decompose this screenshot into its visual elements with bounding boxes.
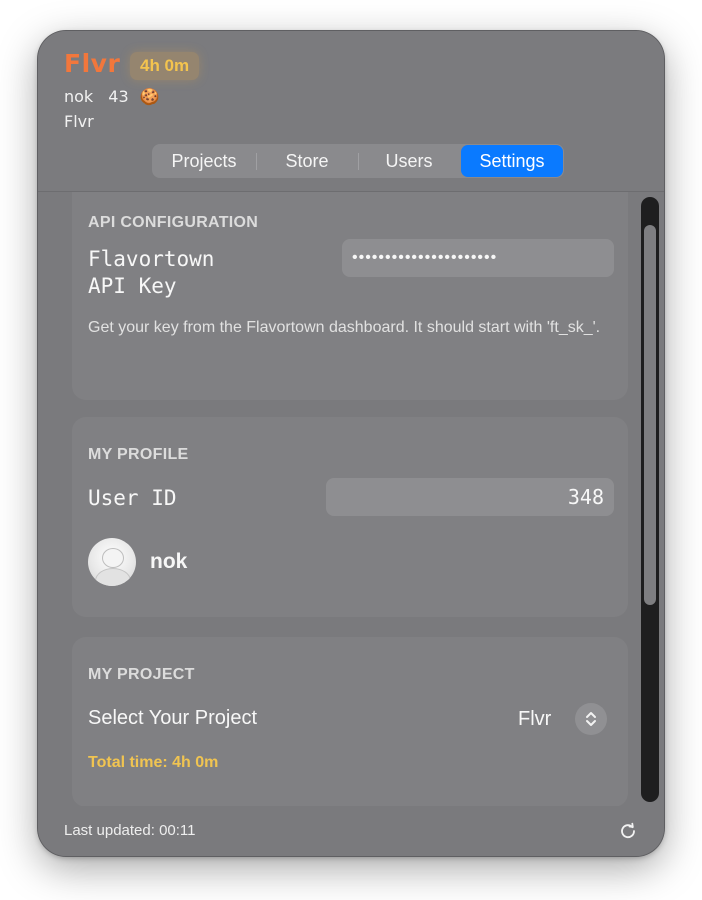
total-time: Total time: 4h 0m — [88, 754, 219, 771]
avatar-icon — [88, 538, 136, 586]
project-card: MY PROJECT Select Your Project Flvr Tota… — [72, 637, 628, 807]
api-key-label-line1: Flavortown — [88, 247, 215, 271]
user-id-field[interactable]: 348 — [326, 478, 614, 516]
tab-settings[interactable]: Settings — [461, 145, 563, 177]
profile-card: MY PROFILE User ID 348 nok — [72, 417, 628, 617]
api-key-field[interactable]: •••••••••••••••••••••• — [342, 239, 614, 277]
header: Flvr 4h 0m nok 43 🍪 Flvr Projects Store … — [38, 31, 664, 191]
cookie-icon: 🍪 — [139, 87, 160, 106]
time-badge: 4h 0m — [130, 52, 200, 80]
select-project-label: Select Your Project — [88, 707, 257, 729]
tab-projects[interactable]: Projects — [153, 145, 255, 177]
chevron-up-down-icon[interactable] — [575, 703, 607, 735]
scrollbar[interactable] — [641, 197, 659, 802]
scrollbar-thumb[interactable] — [644, 225, 656, 605]
profile-name: nok — [150, 550, 188, 573]
api-key-help-text: Get your key from the Flavortown dashboa… — [88, 319, 601, 336]
footer: Last updated: 00:11 — [38, 806, 664, 856]
user-id-value: 348 — [567, 485, 604, 509]
section-title: MY PROJECT — [88, 666, 195, 683]
project-subtitle: Flvr — [64, 112, 94, 131]
tab-store[interactable]: Store — [256, 145, 358, 177]
user-summary: nok 43 🍪 — [64, 87, 160, 106]
cookie-count: 43 — [108, 87, 129, 106]
section-title: API CONFIGURATION — [88, 214, 259, 231]
api-key-label: Flavortown API Key — [88, 246, 214, 300]
api-key-masked-value: •••••••••••••••••••••• — [352, 249, 498, 266]
user-id-label: User ID — [88, 486, 177, 510]
last-updated: Last updated: 00:11 — [64, 822, 196, 839]
settings-scroll-area[interactable]: API CONFIGURATION Flavortown API Key •••… — [38, 191, 664, 807]
username: nok — [64, 87, 94, 106]
tab-users[interactable]: Users — [358, 145, 460, 177]
app-window: Flvr 4h 0m nok 43 🍪 Flvr Projects Store … — [38, 31, 664, 856]
refresh-icon[interactable] — [618, 821, 638, 841]
tab-bar: Projects Store Users Settings — [152, 144, 564, 178]
app-logo: Flvr — [64, 49, 121, 78]
section-title: MY PROFILE — [88, 446, 189, 463]
selected-project-value[interactable]: Flvr — [518, 708, 551, 731]
api-key-label-line2: API Key — [88, 274, 177, 298]
api-config-card: API CONFIGURATION Flavortown API Key •••… — [72, 192, 628, 400]
